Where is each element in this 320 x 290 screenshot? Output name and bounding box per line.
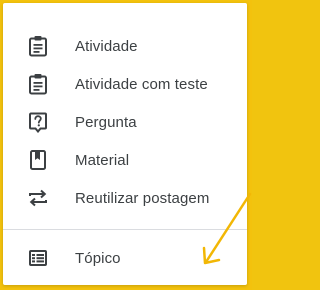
menu-item-label: Atividade com teste — [75, 75, 208, 93]
menu-item-pergunta[interactable]: Pergunta — [3, 103, 247, 141]
topic-list-icon — [27, 247, 49, 269]
menu-item-label: Atividade — [75, 37, 138, 55]
menu-item-reutilizar-postagem[interactable]: Reutilizar postagem — [3, 179, 247, 217]
menu-item-label: Material — [75, 151, 130, 169]
menu-item-atividade-com-teste[interactable]: Atividade com teste — [3, 65, 247, 103]
repost-icon — [27, 187, 49, 209]
menu-item-material[interactable]: Material — [3, 141, 247, 179]
menu-item-atividade[interactable]: Atividade — [3, 27, 247, 65]
menu-item-label: Tópico — [75, 249, 121, 267]
menu-item-label: Reutilizar postagem — [75, 189, 210, 207]
assignment-icon — [27, 35, 49, 57]
menu-item-label: Pergunta — [75, 113, 137, 131]
assignment-quiz-icon — [27, 73, 49, 95]
material-book-icon — [27, 149, 49, 171]
menu-item-topico[interactable]: Tópico — [3, 239, 247, 277]
menu-divider — [3, 229, 247, 230]
create-menu: Atividade Atividade com teste Pergunta M… — [3, 3, 247, 285]
question-icon — [27, 111, 49, 133]
highlight-frame: Atividade Atividade com teste Pergunta M… — [0, 0, 252, 290]
